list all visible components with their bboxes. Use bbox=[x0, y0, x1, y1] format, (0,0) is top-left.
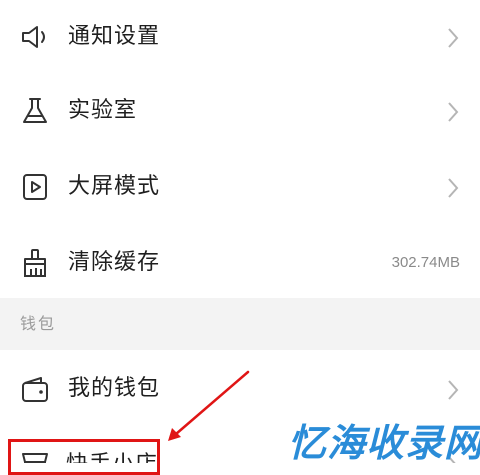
speaker-icon bbox=[20, 22, 50, 52]
section-title: 钱包 bbox=[20, 314, 57, 333]
settings-row-lab[interactable]: 实验室 bbox=[0, 74, 480, 148]
cache-size-value: 302.74MB bbox=[391, 254, 460, 271]
settings-row-notifications[interactable]: 通知设置 bbox=[0, 0, 480, 74]
settings-row-clear-cache[interactable]: 清除缓存 302.74MB bbox=[0, 224, 480, 298]
settings-row-big-screen-mode[interactable]: 大屏模式 bbox=[0, 148, 480, 224]
wallet-icon bbox=[20, 374, 50, 404]
flask-icon bbox=[20, 96, 50, 126]
settings-row-label: 清除缓存 bbox=[68, 250, 161, 275]
play-screen-icon bbox=[20, 172, 50, 202]
settings-row-label: 我的钱包 bbox=[68, 376, 161, 401]
settings-row-label: 大屏模式 bbox=[68, 174, 161, 199]
highlight-box bbox=[8, 439, 160, 475]
section-header-wallet: 钱包 bbox=[0, 298, 480, 350]
settings-row-my-wallet[interactable]: 我的钱包 bbox=[0, 350, 480, 426]
chevron-right-icon bbox=[446, 176, 460, 200]
settings-row-label: 通知设置 bbox=[68, 24, 161, 49]
chevron-right-icon bbox=[446, 26, 460, 50]
chevron-right-icon bbox=[446, 378, 460, 402]
watermark: 忆海收录网 bbox=[288, 421, 480, 465]
chevron-right-icon bbox=[446, 100, 460, 124]
settings-row-label: 实验室 bbox=[68, 98, 138, 123]
broom-icon bbox=[20, 248, 50, 278]
